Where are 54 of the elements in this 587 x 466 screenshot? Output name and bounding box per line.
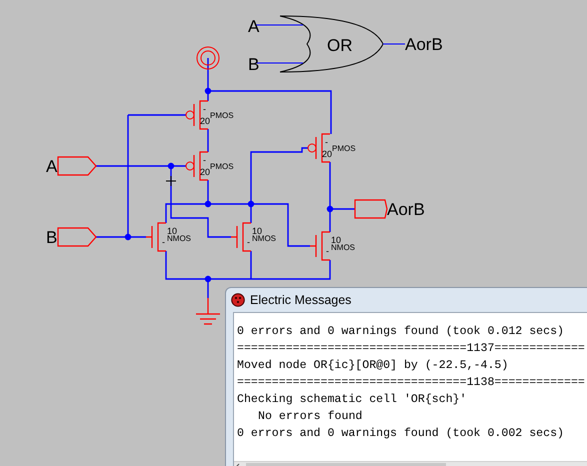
log-line: Moved node OR{ic}[OR@0] by (-22.5,-4.5) bbox=[237, 358, 508, 374]
transistor-label: NMOS bbox=[252, 234, 276, 243]
pmos-transistor-symbol bbox=[186, 100, 209, 130]
pmos-transistor-symbol bbox=[186, 151, 209, 181]
transistor-label: 10 bbox=[331, 235, 342, 245]
port-label: AorB bbox=[405, 35, 443, 54]
pin-shape bbox=[57, 227, 97, 247]
junction-dot bbox=[204, 200, 212, 208]
junction-dot bbox=[248, 200, 254, 208]
port-label: A bbox=[248, 17, 260, 36]
log-line: =================================1137============= bbox=[237, 341, 585, 357]
pmos-transistor-symbol bbox=[308, 133, 331, 163]
transistor-label: 20 bbox=[322, 149, 332, 159]
transistor-label: 20 bbox=[200, 167, 210, 177]
transistor-label: - bbox=[203, 104, 206, 114]
transistor-label: PMOS bbox=[332, 144, 356, 153]
pin-label: AorB bbox=[387, 200, 425, 219]
transistor-label: - bbox=[247, 237, 250, 247]
port-label: B bbox=[248, 55, 260, 74]
transistor-label: - bbox=[203, 155, 206, 165]
nmos-transistor-symbol bbox=[145, 222, 167, 252]
app-icon bbox=[231, 293, 245, 307]
pin-shape bbox=[354, 199, 388, 219]
power-symbol bbox=[196, 46, 220, 70]
wire bbox=[329, 161, 356, 233]
junction-dot bbox=[204, 276, 212, 282]
cross-marker bbox=[166, 176, 176, 186]
log-line: Checking schematic cell 'OR{sch}' bbox=[237, 392, 467, 408]
transistor-label: 10 bbox=[167, 226, 178, 236]
transistor-label: 10 bbox=[252, 226, 262, 236]
transistor-label: PMOS bbox=[210, 162, 234, 171]
nmos-transistor-symbol bbox=[230, 222, 252, 252]
log-line: =================================1138============= bbox=[237, 375, 585, 391]
junction-dot bbox=[168, 162, 174, 170]
log-line: 0 errors and 0 warnings found (took 0.012 secs) bbox=[237, 324, 564, 340]
junction-dot bbox=[326, 206, 334, 212]
transistor-label: - bbox=[326, 246, 329, 256]
ground-symbol bbox=[195, 297, 221, 325]
window-title: Electric Messages bbox=[250, 293, 352, 307]
log-line: 0 errors and 0 warnings found (took 0.002 secs) bbox=[237, 426, 564, 442]
pin-label: A bbox=[46, 157, 58, 176]
transistor-label: - bbox=[325, 137, 328, 147]
nmos-transistor-symbol bbox=[309, 231, 331, 261]
pin-label: B bbox=[46, 228, 58, 247]
transistor-label: 20 bbox=[200, 116, 210, 126]
transistor-label: NMOS bbox=[331, 243, 355, 252]
transistor-label: PMOS bbox=[210, 111, 234, 120]
transistor-label: - bbox=[162, 237, 165, 247]
pin-shape bbox=[57, 156, 97, 176]
log-line: No errors found bbox=[257, 409, 362, 425]
transistor-label: NMOS bbox=[167, 234, 191, 243]
gate-label: OR bbox=[327, 36, 352, 55]
junction-dot bbox=[204, 88, 212, 94]
junction-dot bbox=[124, 234, 132, 240]
